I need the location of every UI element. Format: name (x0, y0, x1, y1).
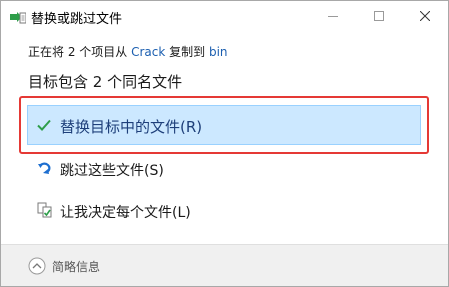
maximize-icon (374, 11, 384, 21)
window-title: 替换或跳过文件 (31, 12, 123, 27)
close-button[interactable] (402, 1, 448, 32)
decide-each-file-label: 让我决定每个文件(L) (60, 205, 191, 221)
compare-files-icon (37, 202, 53, 218)
replace-or-skip-dialog: 替换或跳过文件 正在将 2 个项目从 Crack 复制到 bin 目标包含 2 … (0, 0, 449, 287)
copy-progress-text: 正在将 2 个项目从 Crack 复制到 bin (28, 43, 228, 60)
maximize-button[interactable] (356, 1, 402, 32)
minimize-button[interactable] (310, 1, 356, 32)
progress-prefix: 正在将 2 个项目从 (28, 45, 132, 59)
progress-middle: 复制到 (165, 45, 209, 59)
close-icon (420, 11, 430, 21)
highlight-annotation-frame (19, 96, 429, 154)
dialog-footer: 简略信息 (1, 244, 448, 286)
decide-each-file-option[interactable]: 让我决定每个文件(L) (27, 191, 421, 231)
skip-arrow-icon (37, 160, 53, 176)
collapse-details-icon[interactable] (28, 257, 46, 275)
copy-files-icon (10, 10, 27, 24)
source-folder-link[interactable]: Crack (131, 45, 165, 59)
conflict-heading: 目标包含 2 个同名文件 (28, 73, 183, 91)
title-bar[interactable]: 替换或跳过文件 (1, 1, 448, 32)
destination-folder-link[interactable]: bin (209, 45, 228, 59)
skip-files-label: 跳过这些文件(S) (60, 163, 164, 179)
minimize-icon (328, 16, 338, 17)
skip-files-option[interactable]: 跳过这些文件(S) (27, 149, 421, 189)
less-details-link[interactable]: 简略信息 (52, 258, 100, 275)
